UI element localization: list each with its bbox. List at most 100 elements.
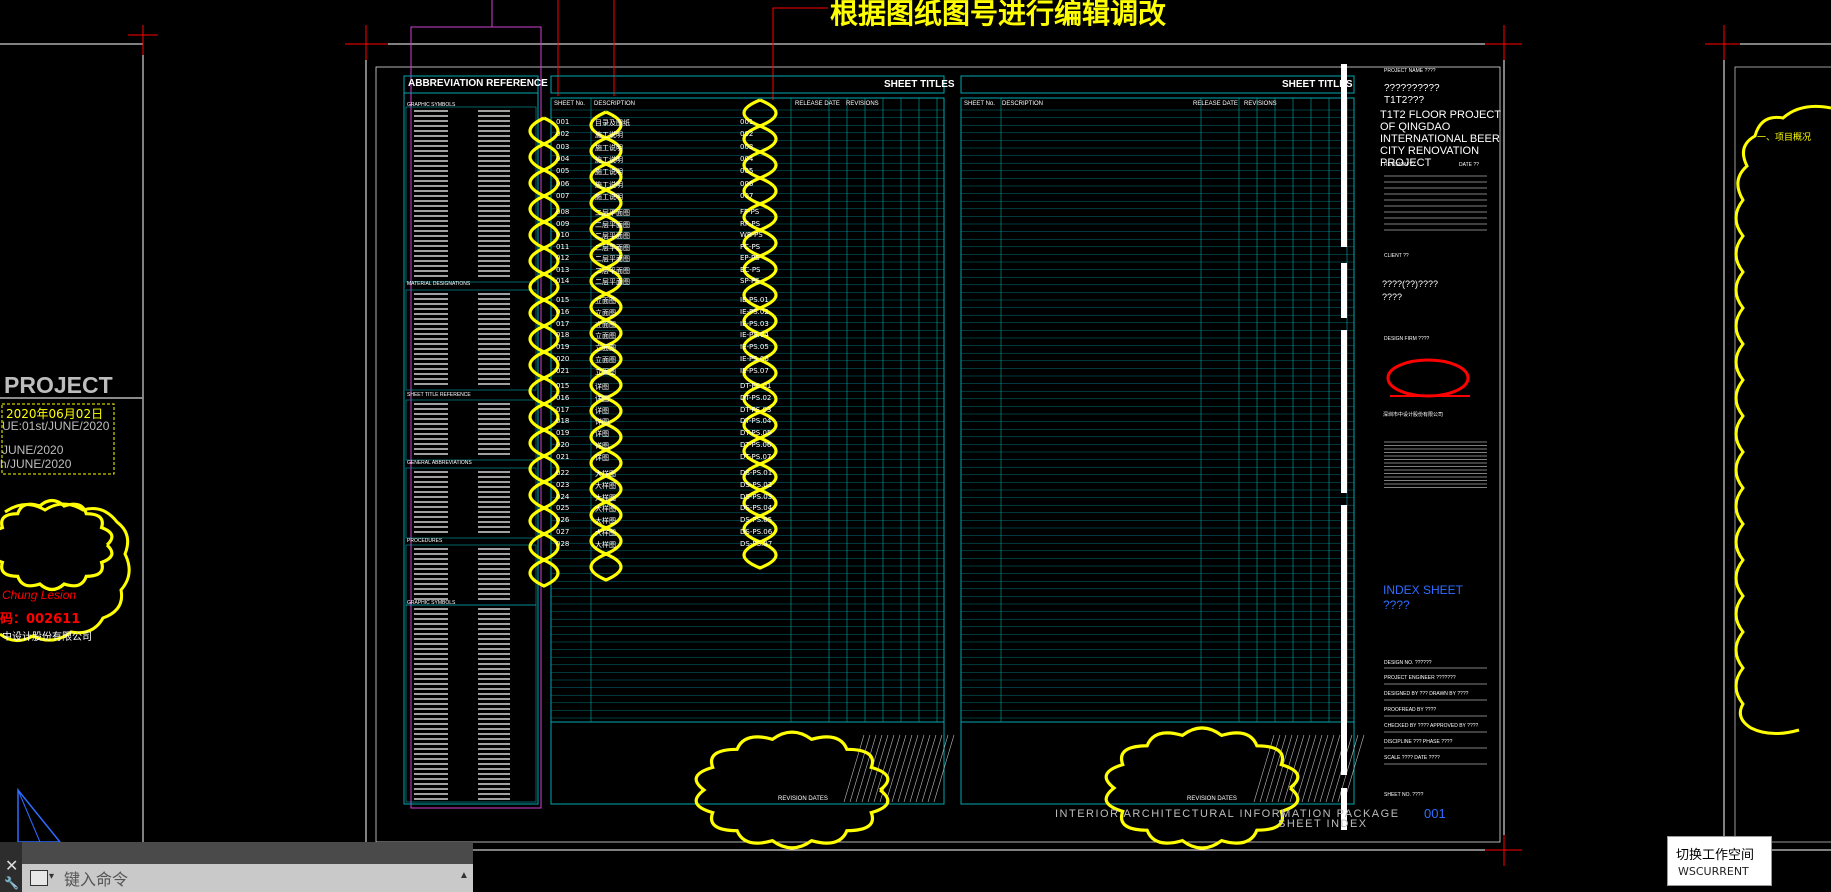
abbr-section-4: GENERAL ABBREVIATIONS xyxy=(407,460,472,466)
drawing-code-cell: IE-PS.01 xyxy=(740,296,769,304)
tb-design-firm-label: DESIGN FIRM ???? xyxy=(1384,336,1430,342)
sheet-index-title: SHEET INDEX xyxy=(1278,818,1368,830)
tb-sheet-no: 001 xyxy=(1424,806,1446,821)
revision-dates-left: REVISION DATES xyxy=(778,796,828,802)
sheet-no-cell: 018 xyxy=(556,417,570,426)
ucs-icon xyxy=(17,787,62,843)
sheet-no-cell: 023 xyxy=(556,480,570,489)
sheet-no-cell: 016 xyxy=(556,307,570,316)
tb-firm-name: 深圳市中设计股份有限公司 xyxy=(1383,412,1444,418)
sheet-no-cell: 013 xyxy=(556,265,570,274)
tooltip-command: WSCURRENT xyxy=(1678,865,1749,878)
command-input[interactable] xyxy=(62,866,456,892)
abbr-section-1: GRAPHIC SYMBOLS xyxy=(407,102,456,108)
right-sheet-heading: 一、项目概况 xyxy=(1757,133,1812,143)
abbreviation-panel xyxy=(403,75,539,805)
abbr-section-box xyxy=(405,289,537,391)
command-line-grip[interactable]: ✕ 🔧 xyxy=(0,842,22,892)
sheet-no-cell: 011 xyxy=(556,242,570,251)
table-title-right: SHEET TITLES xyxy=(1282,79,1353,90)
drawing-code-cell: 004 xyxy=(740,154,754,163)
col-header-description: DESCRIPTION xyxy=(594,101,636,107)
drawing-code-cell: DT-PS.06 xyxy=(740,441,772,449)
col-header-description-right: DESCRIPTION xyxy=(1002,101,1044,107)
drawing-code-cell: WR-PS xyxy=(740,231,763,239)
sheet-no-cell: 010 xyxy=(556,231,570,239)
drawing-code-cell: FF-PS xyxy=(740,208,760,216)
drawing-code-cell: DS-PS.05 xyxy=(740,516,773,525)
table-left-revision-hatch xyxy=(921,734,943,803)
revision-cloud xyxy=(1104,726,1300,850)
command-prompt-icon[interactable] xyxy=(30,870,48,886)
recent-commands-dropdown-icon[interactable]: ▾ xyxy=(49,871,54,882)
description-cell: 施工说明 xyxy=(595,155,623,164)
annotation-leader xyxy=(772,7,828,100)
description-cell: 二层平面图 xyxy=(595,209,630,217)
description-cell: 二层平面图 xyxy=(595,278,630,286)
sheet-no-cell: 027 xyxy=(556,528,570,536)
tb-field-3: DESIGNED BY ??? DRAWN BY ???? xyxy=(1384,691,1469,697)
revision-cloud xyxy=(0,498,114,592)
sheet-no-cell: 028 xyxy=(556,539,570,548)
tooltip-title: 切换工作空间 xyxy=(1676,848,1755,863)
description-cell: 大样图 xyxy=(595,470,616,478)
left-stamp-sub: Chung Lesion xyxy=(2,588,77,602)
table-left-revision-hatch xyxy=(849,734,871,803)
sheet-no-cell: 018 xyxy=(556,331,570,340)
drawing-code-cell: DT-PS.02 xyxy=(740,393,772,402)
description-cell: 大样图 xyxy=(595,481,616,490)
revision-cloud xyxy=(694,730,890,850)
left-date-4: h/JUNE/2020 xyxy=(0,457,72,471)
table-right-frame xyxy=(960,97,1355,805)
drawing-code-cell: IE-PS.04 xyxy=(740,331,769,340)
left-project-label: PROJECT xyxy=(4,372,113,398)
table-right-revision-hatch xyxy=(1313,734,1335,803)
tb-date-label: DATE ?? xyxy=(1459,162,1479,168)
sheet-no-cell: 009 xyxy=(556,219,570,228)
description-cell: 详图 xyxy=(595,383,609,391)
command-history-arrow-icon[interactable]: ▲ xyxy=(459,870,469,881)
sheet-no-cell: 022 xyxy=(556,469,570,477)
table-left-revision-hatch xyxy=(897,734,919,803)
tb-field-5: CHECKED BY ???? APPROVED BY ???? xyxy=(1384,723,1479,729)
sheet-no-cell: 020 xyxy=(556,441,570,449)
revision-clouds xyxy=(0,98,1300,850)
tb-revision-label: REVISION ?? xyxy=(1384,162,1415,168)
description-cell: 施工说明 xyxy=(595,192,623,201)
title-block-strip-3 xyxy=(1341,330,1347,493)
sheet-no-cell: 006 xyxy=(556,179,570,188)
sheet-no-cell: 020 xyxy=(556,355,570,363)
table-left-revision-hatch xyxy=(915,734,937,803)
table-title-left: SHEET TITLES xyxy=(884,79,955,90)
description-cell: 二层平面图 xyxy=(595,266,630,275)
abbr-section-2: MATERIAL DESIGNATIONS xyxy=(407,281,471,287)
sheet-no-cell: 025 xyxy=(556,504,570,513)
drawing-code-cell: EC-PS xyxy=(740,265,761,274)
tb-field-4: PROOFREAD BY ???? xyxy=(1384,707,1437,713)
customize-wrench-icon[interactable]: 🔧 xyxy=(4,876,19,890)
description-cell: 立面图 xyxy=(595,308,616,317)
tb-project-name-label: PROJECT NAME ???? xyxy=(1384,68,1436,74)
drawing-code-cell: EP-PS xyxy=(740,254,760,262)
description-cell: 立面图 xyxy=(595,297,616,305)
table-right-revision-hatch xyxy=(1265,734,1287,803)
sheet-no-cell: 021 xyxy=(556,452,570,461)
sheet-no-cell: 026 xyxy=(556,516,570,525)
left-date-3: JUNE/2020 xyxy=(2,443,64,457)
col-header-revisions-right: REVISIONS xyxy=(1244,101,1277,107)
right-sheet-revision-cloud xyxy=(1734,104,1831,735)
annotation-text[interactable]: 根据图纸图号进行编辑调改 xyxy=(830,0,1166,32)
tb-project-cn2: T1T2??? xyxy=(1384,95,1425,106)
description-cell: 二层平面图 xyxy=(595,243,630,252)
tb-sheet-title-en: INDEX SHEET xyxy=(1383,583,1464,597)
title-block-strip-4 xyxy=(1341,505,1347,775)
abbr-section-3: SHEET TITLE REFERENCE xyxy=(407,392,471,398)
description-cell: 施工说明 xyxy=(595,131,623,140)
cad-drawing-canvas[interactable] xyxy=(0,0,1831,892)
sheet-no-cell: 017 xyxy=(556,405,570,414)
description-cell: 施工说明 xyxy=(595,180,623,189)
design-firm-logo xyxy=(1386,358,1470,398)
close-icon[interactable]: ✕ xyxy=(5,856,18,876)
command-history-bar xyxy=(0,842,473,864)
abbr-section-6: GRAPHIC SYMBOLS xyxy=(407,600,456,606)
